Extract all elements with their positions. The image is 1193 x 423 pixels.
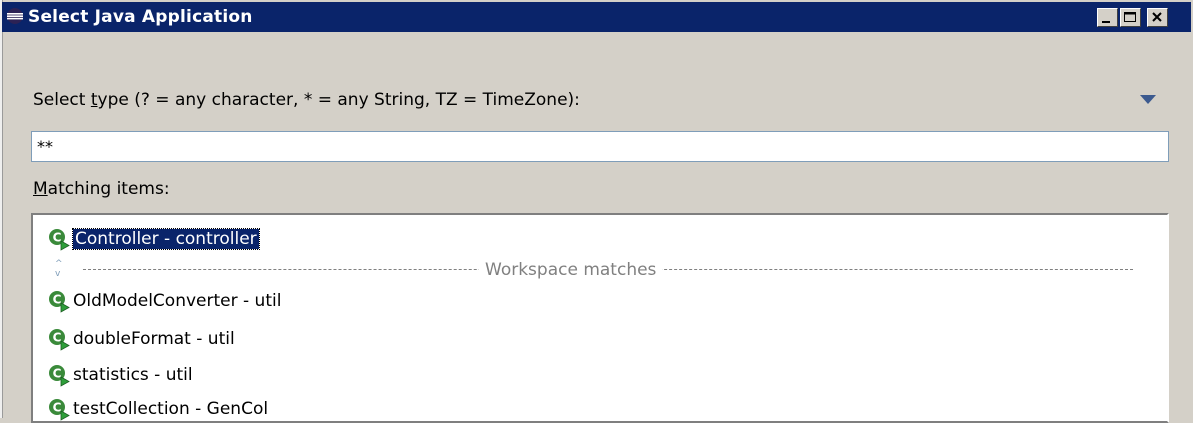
maximize-icon (1124, 12, 1136, 22)
matching-items-mnemonic: M (33, 179, 48, 199)
matching-items-list[interactable]: C Controller - controller ^ v Workspace m… (31, 213, 1169, 423)
list-item[interactable]: C Controller - controller (47, 225, 260, 253)
select-type-mnemonic: t (90, 90, 98, 110)
class-with-main-icon: C (49, 329, 70, 351)
svg-text:C: C (53, 331, 62, 345)
list-item[interactable]: C testCollection - GenCol (47, 395, 269, 421)
matching-items-label-suffix: atching items: (47, 179, 170, 199)
list-item-label: testCollection - GenCol (73, 399, 269, 419)
list-item[interactable]: C OldModelConverter - util (47, 287, 281, 315)
class-with-main-icon: C (49, 365, 70, 387)
svg-text:C: C (53, 231, 62, 245)
collapse-toggle-icon[interactable]: ^ v (55, 259, 67, 281)
window-border (0, 0, 3, 418)
workspace-matches-separator: ^ v Workspace matches (55, 259, 1135, 281)
list-item-label: doubleFormat - util (73, 329, 235, 349)
separator-label: Workspace matches (479, 259, 663, 281)
select-type-label-prefix: Select (33, 90, 91, 110)
svg-text:C: C (53, 293, 62, 307)
svg-text:C: C (53, 367, 62, 381)
list-item-label: Controller - controller (72, 228, 260, 250)
close-button[interactable] (1147, 8, 1168, 27)
list-item-label: OldModelConverter - util (73, 291, 282, 311)
select-type-label-suffix: ype (? = any character, * = any String, … (97, 90, 580, 110)
title-bar[interactable]: Select Java Application (2, 2, 1191, 32)
class-with-main-icon: C (49, 229, 70, 251)
type-filter-input[interactable] (31, 131, 1169, 162)
view-menu-dropdown-icon[interactable] (1140, 95, 1156, 104)
list-item[interactable]: C doubleFormat - util (47, 325, 235, 353)
select-type-label: Select type (? = any character, * = any … (33, 90, 580, 110)
minimize-button[interactable] (1097, 8, 1118, 27)
window-title: Select Java Application (28, 7, 253, 27)
matching-items-label: Matching items: (33, 179, 170, 199)
svg-text:C: C (53, 401, 62, 415)
list-item[interactable]: C statistics - util (47, 361, 193, 389)
select-java-application-dialog: Select Java Application Select type (? =… (0, 0, 1193, 423)
close-icon (1152, 12, 1162, 22)
class-with-main-icon: C (49, 399, 70, 421)
minimize-icon (1102, 21, 1110, 23)
maximize-button[interactable] (1120, 8, 1141, 27)
eclipse-icon (7, 8, 23, 24)
class-with-main-icon: C (49, 291, 70, 313)
list-item-label: statistics - util (73, 365, 193, 385)
